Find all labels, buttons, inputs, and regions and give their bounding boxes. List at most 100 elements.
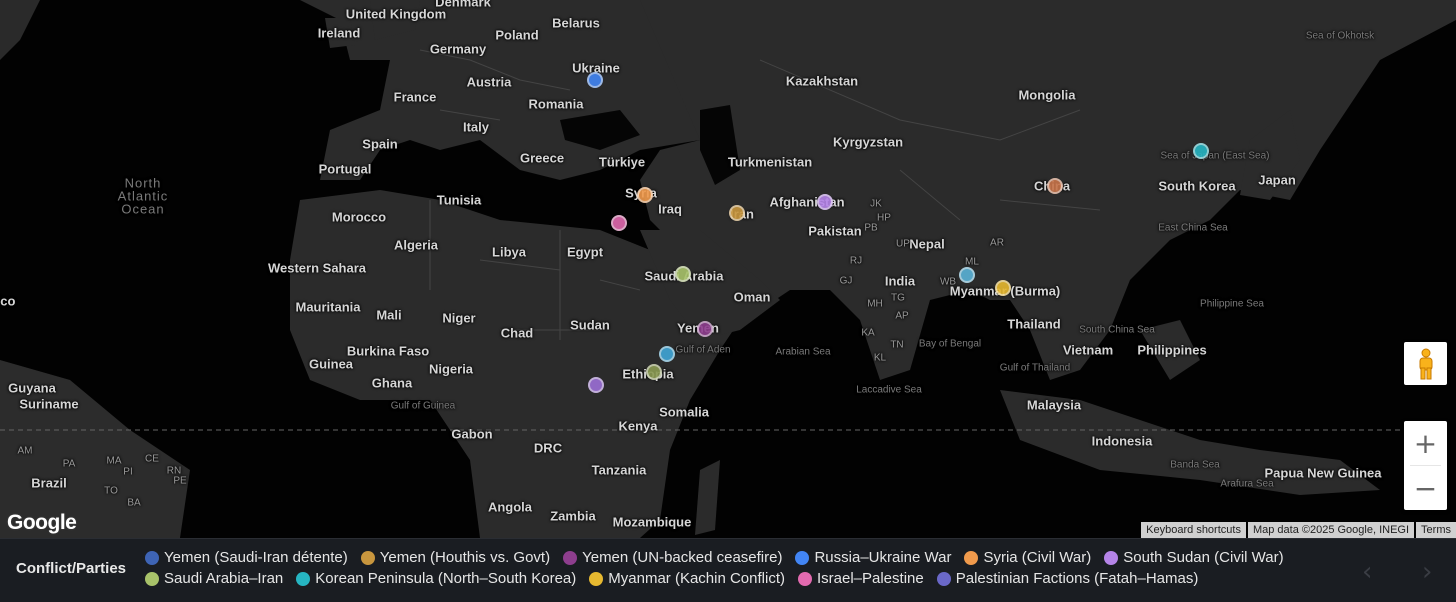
country-label: Chad: [500, 325, 534, 341]
country-label: Malaysia: [1026, 397, 1082, 413]
country-label: Oman: [733, 289, 771, 305]
region-code-label: TO: [104, 485, 118, 497]
legend-swatch: [797, 571, 812, 586]
conflict-marker[interactable]: [588, 377, 604, 393]
country-label: Somalia: [659, 404, 709, 420]
legend-swatch: [360, 550, 375, 565]
region-code-label: RJ: [849, 255, 863, 267]
legend-item[interactable]: Myanmar (Kachin Conflict): [589, 570, 785, 587]
conflict-marker[interactable]: [587, 72, 603, 88]
country-label: Denmark: [435, 0, 491, 10]
country-label: United Kingdom: [345, 6, 447, 22]
conflict-marker[interactable]: [697, 321, 713, 337]
legend-row-1: Yemen (Saudi-Iran détente) Yemen (Houthis…: [145, 549, 1297, 566]
legend-item[interactable]: Russia–Ukraine War: [795, 549, 951, 566]
country-label: Zambia: [550, 508, 596, 524]
map-land: [0, 0, 1456, 538]
legend-swatch: [563, 550, 578, 565]
zoom-out-button[interactable]: −: [1404, 466, 1447, 510]
country-label: Papua New Guinea: [1264, 465, 1382, 481]
sea-label: Bay of Bengal: [918, 338, 982, 350]
country-label: Egypt: [566, 244, 604, 260]
conflict-marker[interactable]: [1193, 143, 1209, 159]
country-label: Turkmenistan: [727, 154, 813, 170]
map-attribution: Keyboard shortcuts Map data ©2025 Google…: [1139, 522, 1456, 538]
legend-swatch: [795, 550, 810, 565]
country-label: Angola: [487, 499, 533, 515]
street-view-pegman-button[interactable]: [1404, 342, 1447, 385]
terms-link[interactable]: Terms: [1416, 522, 1456, 538]
sea-label: Banda Sea: [1170, 459, 1220, 471]
country-label: Mali: [376, 307, 402, 323]
country-label: Afghanistan: [769, 194, 845, 210]
map-canvas[interactable]: United Kingdom Denmark Ireland Belarus Polan…: [0, 0, 1456, 538]
conflict-marker[interactable]: [729, 205, 745, 221]
pegman-icon: [1419, 348, 1432, 379]
country-label: Nigeria: [428, 361, 474, 377]
legend-item[interactable]: Yemen (Saudi-Iran détente): [145, 549, 348, 566]
country-label: Sudan: [570, 317, 610, 333]
legend-item[interactable]: Yemen (Houthis vs. Govt): [360, 549, 550, 566]
region-code-label: HP: [877, 212, 891, 224]
legend-item[interactable]: Saudi Arabia–Iran: [145, 570, 283, 587]
legend-item[interactable]: Palestinian Factions (Fatah–Hamas): [936, 570, 1198, 587]
legend-item[interactable]: Yemen (UN-backed ceasefire): [563, 549, 782, 566]
legend-swatch: [145, 550, 159, 565]
country-label: DRC: [533, 440, 563, 456]
keyboard-shortcuts-link[interactable]: Keyboard shortcuts: [1141, 522, 1246, 538]
legend-prev-button[interactable]: ‹: [1362, 557, 1372, 587]
sea-label: Sea of Okhotsk: [1305, 30, 1375, 42]
sea-label: Gulf of Guinea: [390, 400, 456, 412]
country-label: Guyana: [8, 380, 56, 396]
legend-label: Saudi Arabia–Iran: [164, 570, 284, 587]
conflict-marker[interactable]: [611, 215, 627, 231]
region-code-label: MA: [106, 455, 122, 467]
region-code-label: AM: [17, 445, 33, 457]
conflict-marker[interactable]: [659, 346, 675, 362]
sea-label: Gulf of Thailand: [999, 362, 1071, 374]
country-label: Morocco: [331, 209, 387, 225]
country-label: Germany: [429, 41, 487, 57]
country-label: Ireland: [317, 25, 361, 41]
sea-label: East China Sea: [1158, 222, 1228, 234]
region-code-label: GJ: [839, 275, 853, 287]
country-label: Pakistan: [808, 223, 862, 239]
conflict-marker[interactable]: [637, 187, 653, 203]
region-code-label: JK: [870, 198, 882, 210]
legend-swatch: [964, 550, 979, 565]
legend-next-button[interactable]: ›: [1422, 557, 1432, 587]
region-code-label: PB: [864, 222, 878, 234]
region-code-label: KA: [861, 327, 875, 339]
legend-item[interactable]: Israel–Palestine: [797, 570, 924, 587]
region-code-label: ML: [965, 256, 979, 268]
zoom-in-button[interactable]: +: [1404, 421, 1447, 465]
region-code-label: WB: [939, 276, 957, 288]
legend-swatch: [1104, 550, 1119, 565]
country-label: ico: [0, 293, 16, 309]
country-label: Niger: [442, 310, 476, 326]
country-label: Brazil: [31, 475, 67, 491]
region-code-label: TG: [891, 292, 905, 304]
region-code-label: PE: [173, 475, 187, 487]
conflict-marker[interactable]: [675, 266, 691, 282]
country-label: France: [393, 89, 437, 105]
sea-label: Sea of Japan (East Sea): [1160, 150, 1270, 162]
conflict-marker[interactable]: [817, 194, 833, 210]
legend-item[interactable]: Syria (Civil War): [964, 549, 1091, 566]
legend-swatch: [936, 571, 951, 586]
conflict-marker[interactable]: [959, 267, 975, 283]
country-label: Suriname: [19, 396, 79, 412]
sea-label: Arafura Sea: [1220, 478, 1274, 490]
region-code-label: CE: [145, 453, 159, 465]
conflict-marker[interactable]: [1047, 178, 1063, 194]
country-label: Gabon: [451, 426, 493, 442]
country-label: Austria: [466, 74, 512, 90]
legend-item[interactable]: Korean Peninsula (North–South Korea): [296, 570, 576, 587]
conflict-marker[interactable]: [995, 280, 1011, 296]
legend-item[interactable]: South Sudan (Civil War): [1104, 549, 1284, 566]
conflict-marker[interactable]: [646, 364, 662, 380]
country-label: Western Sahara: [267, 260, 367, 276]
ocean-label: North Atlantic Ocean: [117, 175, 169, 217]
country-label: Nepal: [909, 236, 945, 252]
country-label: Vietnam: [1062, 342, 1114, 358]
